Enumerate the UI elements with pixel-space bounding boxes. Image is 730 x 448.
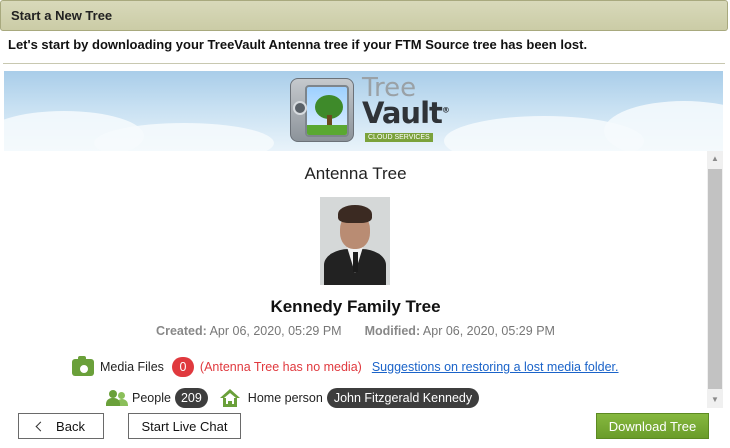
cloud-decoration	[604, 101, 723, 151]
people-row: People 209 Home person John Fitzgerald K…	[106, 387, 480, 408]
created-value: Apr 06, 2020, 05:29 PM	[209, 324, 342, 338]
treevault-vault-logo-icon	[290, 78, 354, 142]
logo-trademark: ®	[441, 105, 450, 115]
media-files-label: Media Files	[100, 360, 164, 374]
media-files-row: Media Files 0 (Antenna Tree has no media…	[72, 355, 619, 378]
back-button-label: Back	[56, 418, 85, 434]
back-button[interactable]: Back	[18, 413, 104, 439]
logo-word-vault: Vault	[362, 96, 443, 130]
scroll-up-arrow-icon[interactable]: ▲	[707, 151, 723, 167]
home-icon	[219, 389, 240, 407]
download-button-label: Download Tree	[608, 418, 697, 434]
people-icon	[106, 389, 128, 407]
people-label: People	[132, 391, 171, 405]
modified-label: Modified:	[364, 324, 421, 338]
tree-details: Antenna Tree Kennedy Family Tree Created…	[4, 151, 707, 408]
people-count-badge: 209	[174, 388, 208, 408]
lost-media-suggestions-link[interactable]: Suggestions on restoring a lost media fo…	[372, 360, 619, 374]
no-media-note: (Antenna Tree has no media)	[199, 360, 362, 374]
divider	[3, 63, 725, 64]
start-live-chat-button[interactable]: Start Live Chat	[128, 413, 241, 439]
home-person-pill: John Fitzgerald Kennedy	[326, 388, 480, 408]
scrollbar-thumb[interactable]	[708, 169, 722, 389]
camera-icon	[72, 355, 94, 376]
treevault-banner: Tree Vault® CLOUD SERVICES	[4, 71, 723, 151]
home-person-portrait	[320, 197, 390, 285]
media-count-badge: 0	[171, 357, 194, 377]
tree-name: Kennedy Family Tree	[270, 297, 441, 316]
modified-value: Apr 06, 2020, 05:29 PM	[422, 324, 555, 338]
dialog-title: Start a New Tree	[11, 8, 113, 23]
dialog-title-bar: Start a New Tree	[0, 0, 728, 31]
antenna-tree-panel: Tree Vault® CLOUD SERVICES Antenna Tree …	[4, 71, 723, 408]
chevron-left-icon	[35, 421, 46, 431]
antenna-tree-heading: Antenna Tree	[304, 164, 407, 183]
treevault-logo-text: Tree Vault® CLOUD SERVICES	[362, 75, 450, 142]
vertical-scrollbar[interactable]: ▲ ▼	[707, 151, 723, 408]
logo-tagline: CLOUD SERVICES	[365, 133, 433, 142]
tree-dates: Created: Apr 06, 2020, 05:29 PM Modified…	[4, 324, 707, 338]
scroll-down-arrow-icon[interactable]: ▼	[707, 392, 723, 408]
created-label: Created:	[156, 324, 207, 338]
live-chat-button-label: Start Live Chat	[141, 418, 228, 434]
instruction-text: Let's start by downloading your TreeVaul…	[8, 37, 588, 52]
home-person-label: Home person	[247, 391, 323, 405]
download-tree-button[interactable]: Download Tree	[596, 413, 709, 439]
